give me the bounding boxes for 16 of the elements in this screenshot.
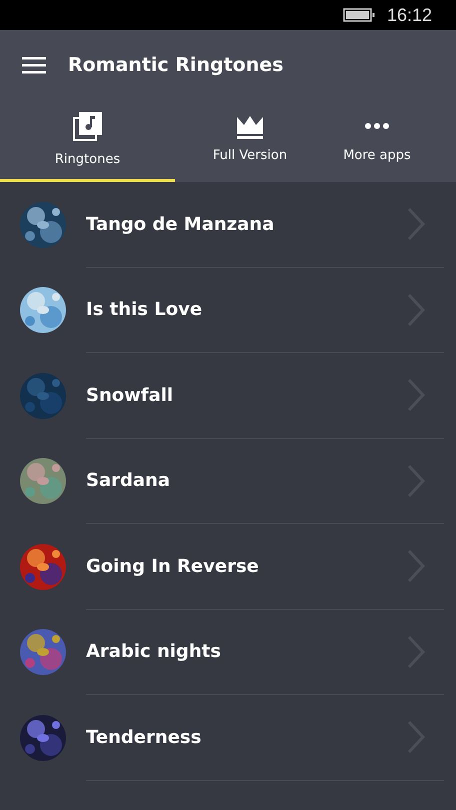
clock-time: 16:12 [386, 4, 432, 26]
ringtone-title[interactable]: Tenderness [86, 726, 406, 748]
ringtone-title[interactable]: Arabic nights [86, 641, 406, 662]
ringtone-title[interactable]: Going In Reverse [86, 556, 406, 577]
tab[interactable]: Ringtones [0, 100, 175, 182]
ringtone-title[interactable]: Is this Love [86, 299, 406, 320]
ringtone-title[interactable]: Tango de Manzana [86, 214, 406, 235]
ringtone-title[interactable]: Snowfall [86, 384, 406, 406]
ringtone-title[interactable]: Sardana [86, 470, 406, 492]
battery-icon [342, 8, 375, 22]
tab[interactable]: More apps [325, 100, 429, 182]
menu-icon[interactable] [22, 56, 46, 74]
tab[interactable]: Full Version [175, 100, 325, 182]
app-title: Romantic Ringtones [68, 54, 284, 76]
music-note-icon [72, 110, 104, 142]
more-icon [365, 123, 389, 129]
